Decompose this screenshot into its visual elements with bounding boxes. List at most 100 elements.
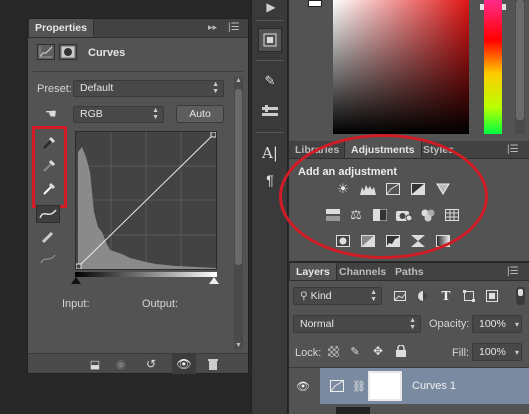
blend-mode-value: Normal [300,318,334,330]
highlight-ellipse [279,134,488,259]
layer-name[interactable]: Curves 1 [412,380,456,392]
filter-adjustment-icon[interactable] [415,288,431,304]
fill-value: 100% [479,346,506,358]
tab-layers[interactable]: Layers [289,263,337,280]
edit-points-curve-icon[interactable] [36,205,60,223]
chevron-down-icon: ▾ [514,348,519,357]
color-swatch-white[interactable] [308,0,322,7]
curve-point-white [210,132,216,138]
layer-filter-select[interactable]: ⚲ Kind ▲ ▼ [293,287,382,305]
search-icon: ⚲ [300,290,311,302]
adjustments-panel: Libraries Adjustments Styles |☰ Add an a… [279,134,529,261]
curves-adjustment-icon [328,378,346,394]
chevron-updown-icon: ▲ ▼ [212,81,219,95]
layer-row[interactable]: 👁 ⛓ Curves 1 [289,368,529,404]
smooth-curve-icon[interactable] [37,251,59,267]
lock-transparent-icon[interactable] [328,346,339,357]
tab-channels[interactable]: Channels [333,263,392,280]
filter-pixel-icon[interactable] [392,288,408,304]
black-input-slider[interactable] [71,277,81,284]
strip-divider [256,60,284,61]
white-input-slider[interactable] [209,277,219,284]
hue-slider[interactable] [480,0,506,134]
curves-graph[interactable] [75,131,217,270]
reset-icon[interactable]: ↺ [142,356,160,372]
chain-link-icon[interactable]: ⛓ [352,377,366,395]
strip-divider [256,132,284,133]
auto-button[interactable]: Auto [176,105,224,123]
histogram [78,147,216,269]
color-field[interactable] [333,0,469,134]
layer-comps-icon[interactable] [258,28,282,52]
delete-trash-icon[interactable] [204,356,222,372]
tool-presets-icon[interactable] [258,100,282,122]
chevron-updown-icon: ▲ ▼ [152,107,159,121]
output-label: Output: [142,298,179,310]
layers-panel: Layers Channels Paths |☰ ⚲ Kind ▲ ▼ T Nor… [289,263,529,414]
properties-footer: ⬓ ◉ ↺ 👁 [28,353,248,374]
filter-type-icon[interactable]: T [438,288,454,304]
panel-menu-icon[interactable]: |☰ [228,22,240,33]
gray-point-eyedropper-icon[interactable] [39,157,59,175]
opacity-value: 100% [479,318,506,330]
curves-graph-canvas [76,132,216,269]
filter-smart-object-icon[interactable] [484,288,500,304]
strip-divider [256,20,284,21]
channel-select[interactable]: RGB ▲ ▼ [73,106,164,123]
visibility-eye-icon[interactable]: 👁 [295,378,311,394]
filter-value: Kind [310,290,332,302]
curve-point-black [76,263,82,269]
channel-value: RGB [80,108,103,120]
chevron-updown-icon: ▲ ▼ [409,317,416,331]
next-layer-row[interactable] [320,405,529,414]
input-label: Input: [62,298,90,310]
paragraph-icon[interactable]: ¶ [258,170,282,190]
filter-shape-icon[interactable] [461,288,477,304]
lock-all-icon[interactable] [394,344,408,358]
clip-to-layer-icon[interactable]: ⬓ [86,356,104,372]
filter-toggle-icon[interactable] [516,287,525,305]
color-panel [289,0,529,141]
scroll-thumb[interactable] [516,0,524,120]
lock-image-icon[interactable]: ✎ [348,344,362,358]
preset-value: Default [80,82,114,94]
preset-label: Preset: [37,83,72,95]
collapse-icon[interactable]: ▸▸ [208,22,217,33]
panel-menu-icon[interactable]: |☰ [507,144,519,155]
layer-thumbnail [336,407,370,414]
preset-select[interactable]: Default ▲ ▼ [73,80,224,97]
opacity-label: Opacity: [429,318,470,330]
opacity-input[interactable]: 100% ▾ [472,315,522,333]
character-icon[interactable]: A| [258,143,282,163]
fill-input[interactable]: 100% ▾ [472,343,522,361]
view-previous-state-icon[interactable]: ◉ [112,356,130,372]
input-gradient-bar [75,272,217,277]
pencil-icon[interactable] [37,229,59,245]
color-scrollbar[interactable] [515,0,525,134]
layer-mask-icon[interactable] [59,44,77,60]
panel-menu-icon[interactable]: |☰ [507,266,519,277]
layer-mask-thumbnail[interactable] [368,371,402,401]
curves-adjustment-icon [37,44,55,60]
chevron-down-icon: ▾ [514,320,519,329]
black-point-eyedropper-icon[interactable] [39,134,59,152]
layer-row-selected[interactable]: ⛓ Curves 1 [320,368,529,404]
visibility-eye-icon[interactable]: 👁 [172,354,196,374]
hue-slider-marker[interactable] [480,4,506,10]
divider [33,71,243,72]
lock-position-icon[interactable]: ✥ [371,344,385,358]
tab-paths[interactable]: Paths [389,263,430,280]
layers-tabbar: Layers Channels Paths |☰ [289,263,529,281]
scroll-down-icon[interactable]: ▼ [235,342,242,349]
tab-properties[interactable]: Properties [28,19,94,37]
white-point-eyedropper-icon[interactable] [39,180,59,198]
properties-scrollbar[interactable]: ▲ ▼ [234,77,243,349]
properties-panel: Properties ▸▸ |☰ Curves Preset: Default … [27,18,249,374]
blend-mode-select[interactable]: Normal ▲ ▼ [293,315,421,333]
lock-label: Lock: [295,347,322,359]
scroll-thumb[interactable] [235,89,242,265]
play-icon[interactable]: ▶ [260,0,282,14]
brush-presets-icon[interactable]: ✎ [258,70,282,92]
scroll-up-icon[interactable]: ▲ [234,77,243,84]
targeted-adjustment-hand-icon[interactable]: ☚ [40,105,62,123]
